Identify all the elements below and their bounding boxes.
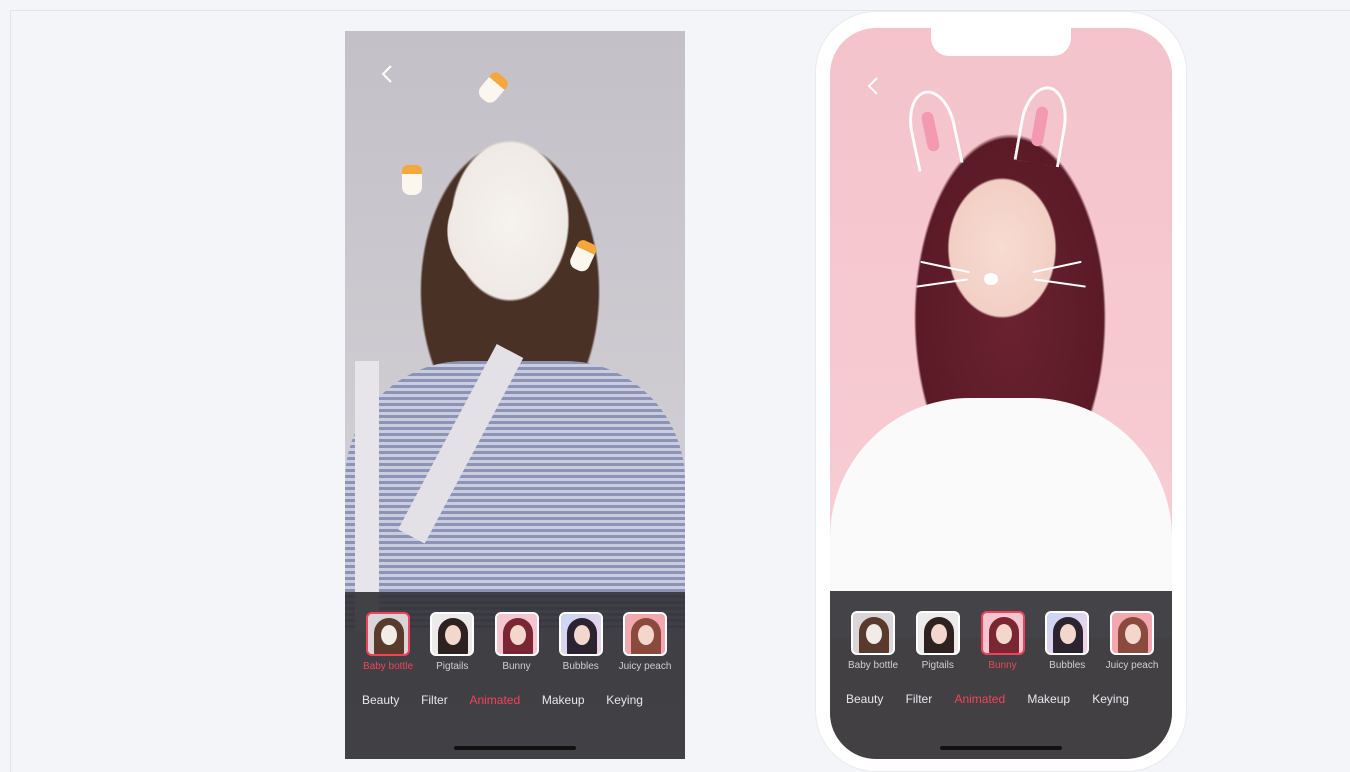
tab-makeup[interactable]: Makeup xyxy=(542,693,585,707)
effect-thumbnail xyxy=(558,612,603,656)
effect-label: Baby bottle xyxy=(362,661,414,672)
baby-bottle-sticker xyxy=(402,165,422,195)
tab-beauty[interactable]: Beauty xyxy=(362,693,399,707)
effect-label: Bunny xyxy=(502,661,531,672)
effect-thumbnail xyxy=(366,612,410,656)
chevron-left-icon[interactable] xyxy=(380,64,394,84)
home-indicator xyxy=(454,746,576,750)
effect-juicy-peach[interactable]: Juicy peach xyxy=(1103,611,1161,671)
chevron-left-icon[interactable] xyxy=(866,76,880,96)
effect-bunny[interactable]: Bunny xyxy=(974,611,1032,671)
effect-label: Juicy peach xyxy=(1105,660,1159,671)
preview-shirt xyxy=(345,361,685,631)
tab-filter[interactable]: Filter xyxy=(906,692,933,706)
effect-thumbnail xyxy=(851,611,895,655)
effects-list: Baby bottle Pigtails Bunny Bubbles Juicy… xyxy=(830,611,1172,671)
effects-panel: Baby bottle Pigtails Bunny Bubbles Juicy… xyxy=(345,592,685,759)
preview-strap xyxy=(355,361,379,631)
category-tabs: Beauty Filter Animated Makeup Keying xyxy=(345,693,685,707)
effect-bunny[interactable]: Bunny xyxy=(488,612,546,672)
tab-filter[interactable]: Filter xyxy=(421,693,448,707)
effects-panel: Baby bottle Pigtails Bunny Bubbles Juicy… xyxy=(830,591,1172,759)
tab-animated[interactable]: Animated xyxy=(469,693,520,707)
effect-label: Juicy peach xyxy=(618,661,672,672)
effect-label: Bunny xyxy=(988,660,1017,671)
tab-animated[interactable]: Animated xyxy=(954,692,1005,706)
phone-screen-2: Baby bottle Pigtails Bunny Bubbles Juicy… xyxy=(830,28,1172,759)
tab-makeup[interactable]: Makeup xyxy=(1027,692,1070,706)
effect-label: Pigtails xyxy=(921,660,954,671)
effect-juicy-peach[interactable]: Juicy peach xyxy=(616,612,674,672)
bunny-nose-sticker xyxy=(984,273,998,285)
effect-thumbnail xyxy=(494,612,539,656)
effect-thumbnail xyxy=(1045,611,1090,655)
phone-screen-1: Baby bottle Pigtails Bunny Bubbles Juicy… xyxy=(345,31,685,759)
phone-device-frame: Baby bottle Pigtails Bunny Bubbles Juicy… xyxy=(816,12,1186,771)
category-tabs: Beauty Filter Animated Makeup Keying xyxy=(830,692,1172,706)
effect-label: Bubbles xyxy=(1049,660,1086,671)
effect-label: Baby bottle xyxy=(847,660,899,671)
effect-label: Bubbles xyxy=(562,661,599,672)
effect-thumbnail xyxy=(1110,611,1154,655)
tab-beauty[interactable]: Beauty xyxy=(846,692,883,706)
effect-baby-bottle[interactable]: Baby bottle xyxy=(359,612,417,672)
tab-keying[interactable]: Keying xyxy=(1092,692,1129,706)
phone-notch xyxy=(931,28,1071,56)
effect-thumbnail xyxy=(623,612,667,656)
effects-list: Baby bottle Pigtails Bunny Bubbles Juicy… xyxy=(345,612,685,672)
effect-thumbnail xyxy=(915,611,960,655)
effect-pigtails[interactable]: Pigtails xyxy=(423,612,481,672)
home-indicator xyxy=(940,746,1062,750)
effect-label: Pigtails xyxy=(436,661,469,672)
effect-pigtails[interactable]: Pigtails xyxy=(909,611,967,671)
preview-face xyxy=(940,168,1065,328)
effect-bubbles[interactable]: Bubbles xyxy=(552,612,610,672)
effect-thumbnail xyxy=(980,611,1025,655)
tab-keying[interactable]: Keying xyxy=(606,693,643,707)
effect-baby-bottle[interactable]: Baby bottle xyxy=(844,611,902,671)
effect-thumbnail xyxy=(430,612,475,656)
face-mask-sticker xyxy=(435,121,585,321)
effect-bubbles[interactable]: Bubbles xyxy=(1038,611,1096,671)
